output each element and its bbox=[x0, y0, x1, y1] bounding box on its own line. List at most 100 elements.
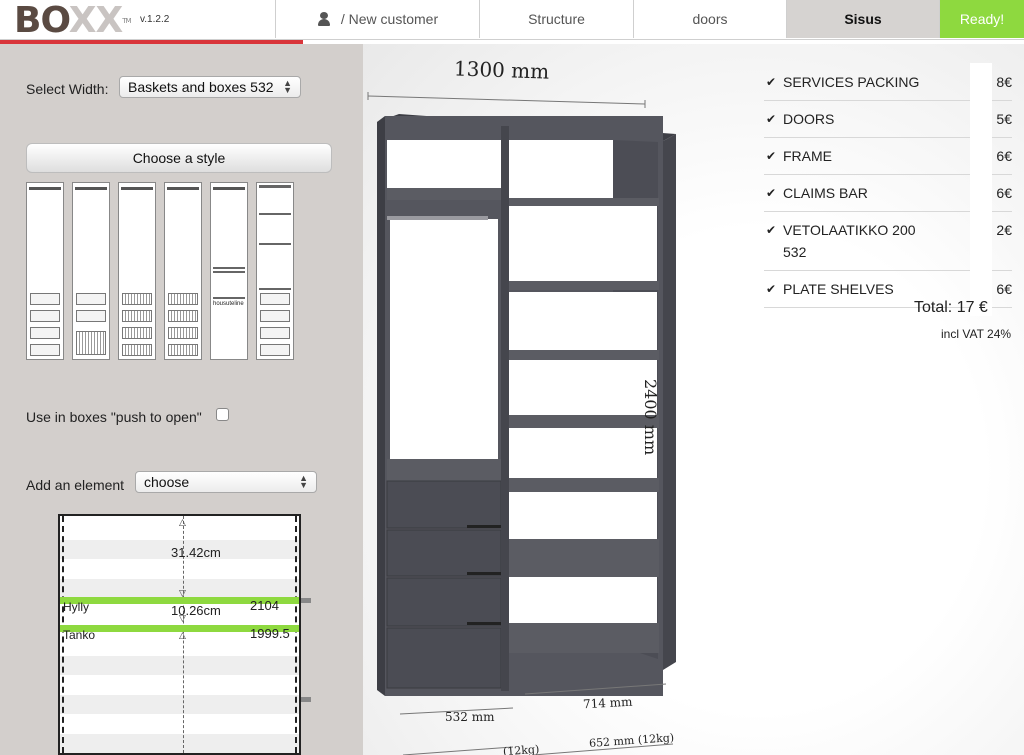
resize-handle[interactable] bbox=[301, 697, 311, 702]
element-value: 2104 bbox=[250, 598, 279, 613]
drawer-shape bbox=[30, 344, 60, 356]
add-element-value: choose bbox=[144, 474, 190, 490]
grid-stripe bbox=[60, 734, 299, 753]
checkmark-icon: ✔ bbox=[766, 282, 777, 296]
rail-shape bbox=[213, 187, 245, 190]
tab-label: Sisus bbox=[844, 11, 882, 27]
price-item-name: CLAIMS BAR bbox=[783, 185, 868, 201]
drawer-shape bbox=[260, 327, 290, 339]
basket-shape bbox=[168, 310, 198, 322]
drawer-shape bbox=[76, 293, 106, 305]
section-editor[interactable]: △ 31.42cm ▽ Hylly 10.26cm 2104 ▽ Tanko 1… bbox=[58, 514, 301, 755]
checkmark-icon: ✔ bbox=[766, 75, 777, 89]
basket-shape bbox=[122, 293, 152, 305]
element-name: Tanko bbox=[63, 628, 96, 642]
rail-shape bbox=[167, 187, 199, 190]
basket-shape bbox=[122, 344, 152, 356]
basket-shape bbox=[122, 310, 152, 322]
price-item-name: FRAME bbox=[783, 148, 832, 164]
tab-label: doors bbox=[692, 11, 728, 27]
select-width-dropdown[interactable]: Baskets and boxes 532 ▲ ▼ bbox=[119, 76, 301, 98]
grid-stripe bbox=[60, 695, 299, 714]
tab-doors[interactable]: doors bbox=[633, 0, 786, 38]
drawer-shape bbox=[260, 310, 290, 322]
logo-text-xx: XX bbox=[68, 0, 124, 41]
element-value: 1999.5 bbox=[250, 626, 290, 641]
add-element-dropdown[interactable]: choose ▲ ▼ bbox=[135, 471, 317, 493]
shelf-shape bbox=[213, 267, 245, 269]
checkmark-icon: ✔ bbox=[766, 223, 777, 237]
user-icon bbox=[317, 12, 331, 26]
push-to-open-checkbox[interactable] bbox=[216, 408, 229, 421]
section-width-right: 714 mm bbox=[582, 694, 633, 712]
section-load-left: (12kg) bbox=[502, 742, 540, 755]
element-name: Hylly bbox=[63, 600, 89, 614]
thumbnail-caption: housuteline bbox=[213, 301, 244, 307]
redaction-overlay bbox=[970, 63, 992, 316]
style-thumbnails: housuteline bbox=[26, 182, 296, 360]
main-tabs: / New customer Structure doors Sisus Rea… bbox=[275, 0, 1024, 38]
price-item-name: SERVICES PACKING bbox=[783, 74, 920, 90]
tab-label: Structure bbox=[528, 11, 585, 27]
style-thumbnail[interactable] bbox=[26, 182, 64, 360]
choose-style-button[interactable]: Choose a style bbox=[26, 143, 332, 173]
measure-top: 31.42cm bbox=[171, 545, 221, 560]
updown-arrows-icon: ▲ ▼ bbox=[299, 473, 308, 490]
drawer-shape bbox=[76, 310, 106, 322]
tab-ready[interactable]: Ready! bbox=[939, 0, 1024, 38]
basket-shape bbox=[122, 327, 152, 339]
drawer-shape bbox=[30, 310, 60, 322]
version-label: v.1.2.2 bbox=[140, 14, 170, 25]
price-item-name: PLATE SHELVES bbox=[783, 281, 894, 297]
height-dimension: 2400 mm bbox=[641, 379, 660, 456]
basket-shape bbox=[168, 344, 198, 356]
checkmark-icon: ✔ bbox=[766, 186, 777, 200]
tab-new-customer[interactable]: / New customer bbox=[275, 0, 479, 38]
checkmark-icon: ✔ bbox=[766, 149, 777, 163]
shelf-shape bbox=[259, 185, 291, 188]
tab-label: / New customer bbox=[340, 11, 439, 27]
drawer-shape bbox=[30, 327, 60, 339]
shelf-shape bbox=[259, 243, 291, 245]
resize-handle[interactable] bbox=[301, 598, 311, 603]
tab-structure[interactable]: Structure bbox=[479, 0, 633, 38]
shelf-shape bbox=[259, 213, 291, 215]
style-thumbnail[interactable] bbox=[164, 182, 202, 360]
style-thumbnail[interactable] bbox=[256, 182, 294, 360]
up-arrow-icon: △ bbox=[179, 630, 186, 640]
basket-shape bbox=[168, 327, 198, 339]
shelf-shape bbox=[213, 271, 245, 273]
logo-trademark: TM bbox=[122, 17, 131, 25]
top-bar: BOXXTM v.1.2.2 / New customer Structure … bbox=[0, 0, 1024, 40]
drawer-shape bbox=[260, 344, 290, 356]
price-item-name: VETOLAATIKKO 200 532 bbox=[783, 222, 916, 260]
vat-note: incl VAT 24% bbox=[941, 327, 1012, 341]
down-arrow-icon: ▽ bbox=[179, 613, 186, 623]
left-panel: Select Width: Baskets and boxes 532 ▲ ▼ C… bbox=[0, 44, 363, 755]
basket-shape bbox=[76, 331, 106, 355]
grid-stripe bbox=[60, 656, 299, 675]
shelf-shape bbox=[259, 288, 291, 290]
price-item-name: DOORS bbox=[783, 111, 835, 127]
side-dashed-line bbox=[295, 516, 297, 753]
select-width-label: Select Width: bbox=[26, 81, 109, 97]
add-element-label: Add an element bbox=[26, 477, 125, 493]
boxx-logo[interactable]: BOXXTM bbox=[14, 0, 132, 41]
push-to-open-label: Use in boxes "push to open" bbox=[26, 409, 202, 425]
logo-text-main: BO bbox=[14, 0, 70, 41]
select-width-value: Baskets and boxes 532 bbox=[128, 79, 274, 95]
style-thumbnail[interactable] bbox=[72, 182, 110, 360]
drawer-shape bbox=[30, 293, 60, 305]
tab-sisus[interactable]: Sisus bbox=[786, 0, 939, 38]
checkmark-icon: ✔ bbox=[766, 112, 777, 126]
style-thumbnail[interactable]: housuteline bbox=[210, 182, 248, 360]
rail-shape bbox=[75, 187, 107, 190]
tab-label: Ready! bbox=[959, 11, 1005, 27]
basket-shape bbox=[168, 293, 198, 305]
section-width-left: 532 mm bbox=[445, 710, 495, 724]
total-price: Total: 17 € bbox=[914, 299, 988, 316]
style-thumbnail[interactable] bbox=[118, 182, 156, 360]
updown-arrows-icon: ▲ ▼ bbox=[283, 78, 292, 95]
rail-shape bbox=[121, 187, 153, 190]
rail-shape bbox=[29, 187, 61, 190]
